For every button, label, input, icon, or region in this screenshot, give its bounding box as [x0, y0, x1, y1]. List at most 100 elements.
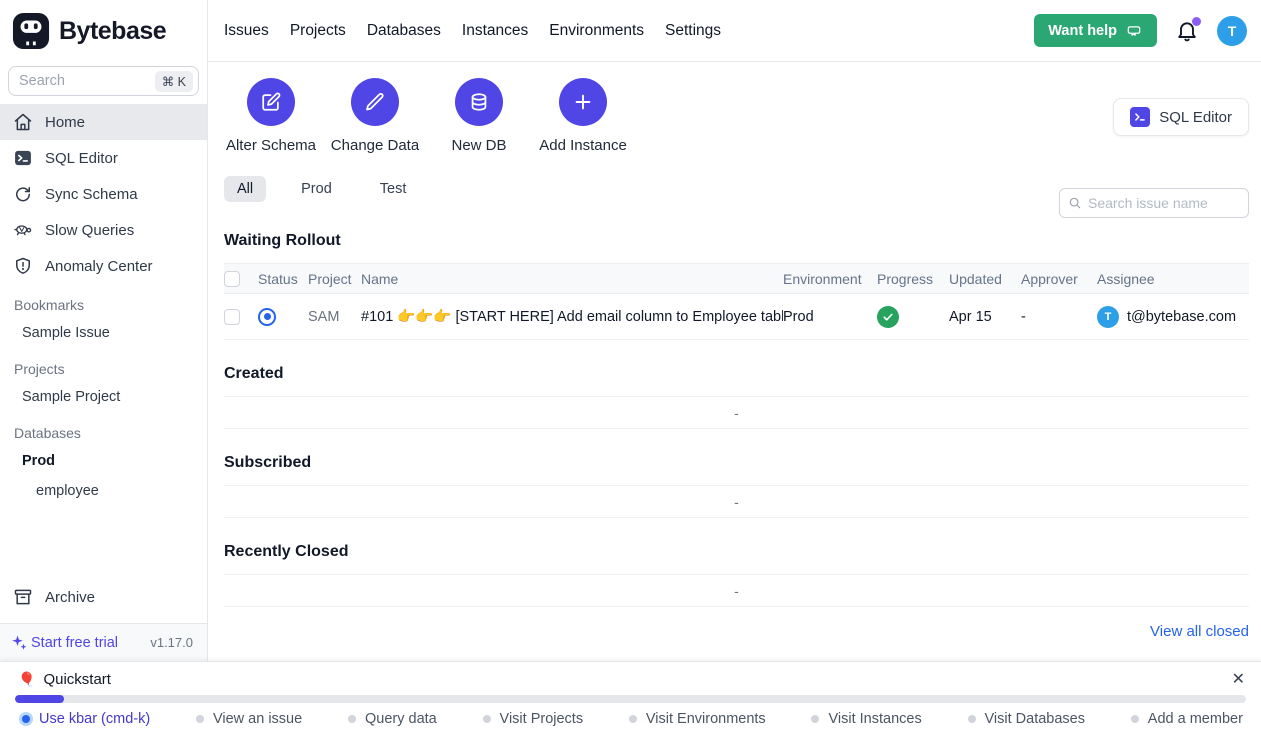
column-assignee: Assignee [1097, 271, 1249, 287]
turtle-icon [13, 220, 33, 240]
main-content: Alter Schema Change Data New DB [208, 62, 1261, 661]
search-shortcut-badge: ⌘ K [155, 71, 193, 92]
sidebar-section-projects: Projects [0, 348, 207, 382]
step-dot-icon [968, 715, 976, 723]
notification-badge [1192, 17, 1201, 26]
issue-updated: Apr 15 [949, 309, 1021, 325]
sidebar-spacer [0, 506, 207, 579]
sidebar-item-sql-editor[interactable]: SQL Editor [0, 140, 207, 176]
nav-settings[interactable]: Settings [665, 22, 721, 40]
tab-all[interactable]: All [224, 176, 266, 202]
view-all-closed-link[interactable]: View all closed [1150, 623, 1249, 640]
sidebar-footer: Start free trial v1.17.0 [0, 623, 207, 661]
step-label: Visit Databases [985, 711, 1085, 727]
close-icon[interactable]: ✕ [1232, 672, 1245, 688]
view-all-closed-wrap: View all closed [224, 623, 1249, 640]
quickstart-step-visit-environments[interactable]: Visit Environments [629, 711, 766, 727]
step-label: Visit Projects [500, 711, 584, 727]
brand-logo[interactable]: Bytebase [0, 0, 207, 62]
sidebar-search-input[interactable] [19, 73, 155, 89]
step-dot-icon [196, 715, 204, 723]
step-dot-icon [483, 715, 491, 723]
quickstart-header: 🎈 Quickstart ✕ [0, 662, 1261, 688]
sidebar-item-label: Slow Queries [45, 222, 134, 239]
nav-environments[interactable]: Environments [549, 22, 644, 40]
add-instance-button[interactable]: Add Instance [536, 78, 630, 154]
progress-done-icon [877, 306, 899, 328]
sidebar-item-sync-schema[interactable]: Sync Schema [0, 176, 207, 212]
column-progress: Progress [877, 271, 949, 287]
issue-project: SAM [308, 309, 361, 325]
issue-name-link[interactable]: #101 👉👉👉 [START HERE] Add email column t… [361, 308, 783, 325]
sidebar-item-slow-queries[interactable]: Slow Queries [0, 212, 207, 248]
change-data-button[interactable]: Change Data [328, 78, 422, 154]
quickstart-bar: 🎈 Quickstart ✕ Use kbar (cmd-k) View an … [0, 661, 1261, 733]
balloon-icon: 🎈 [18, 671, 35, 688]
main-area: Issues Projects Databases Instances Envi… [208, 0, 1261, 661]
quickstart-step-visit-instances[interactable]: Visit Instances [811, 711, 921, 727]
nav-databases[interactable]: Databases [367, 22, 441, 40]
sidebar-item-prod[interactable]: Prod [0, 446, 207, 476]
nav-projects[interactable]: Projects [290, 22, 346, 40]
quick-action-label: Alter Schema [226, 137, 316, 154]
sidebar-item-home[interactable]: Home [0, 104, 207, 140]
home-icon [13, 112, 33, 132]
sidebar-search[interactable]: ⌘ K [8, 66, 199, 96]
nav-instances[interactable]: Instances [462, 22, 528, 40]
issue-environment: Prod [783, 309, 877, 325]
want-help-button[interactable]: Want help [1034, 14, 1157, 47]
assignee-email: t@bytebase.com [1127, 309, 1236, 325]
sidebar-item-label: Archive [45, 589, 95, 606]
new-db-button[interactable]: New DB [432, 78, 526, 154]
section-title-recently-closed: Recently Closed [224, 543, 1249, 561]
notifications-bell-icon[interactable] [1175, 19, 1199, 43]
quickstart-step-visit-databases[interactable]: Visit Databases [968, 711, 1085, 727]
issue-search[interactable] [1059, 188, 1249, 218]
plus-icon [559, 78, 607, 126]
section-recently-closed: Recently Closed - [224, 543, 1249, 607]
alter-schema-button[interactable]: Alter Schema [224, 78, 318, 154]
user-avatar[interactable]: T [1217, 16, 1247, 46]
quickstart-step-visit-projects[interactable]: Visit Projects [483, 711, 584, 727]
column-updated: Updated [949, 271, 1021, 287]
issue-row[interactable]: SAM #101 👉👉👉 [START HERE] Add email colu… [224, 294, 1249, 340]
start-free-trial-link[interactable]: Start free trial [10, 634, 118, 652]
quickstart-step-view-issue[interactable]: View an issue [196, 711, 302, 727]
column-name: Name [361, 271, 783, 287]
issue-approver: - [1021, 309, 1097, 325]
step-dot-icon [1131, 715, 1139, 723]
sidebar-item-archive[interactable]: Archive [0, 579, 207, 615]
issue-table-header: Status Project Name Environment Progress… [224, 263, 1249, 294]
issue-search-input[interactable] [1088, 195, 1240, 211]
select-all-checkbox[interactable] [224, 271, 240, 287]
step-label: Visit Instances [828, 711, 921, 727]
sidebar-item-sample-issue[interactable]: Sample Issue [0, 318, 207, 348]
sidebar-item-sample-project[interactable]: Sample Project [0, 382, 207, 412]
step-dot-icon [22, 715, 30, 723]
sql-editor-label: SQL Editor [1159, 109, 1232, 126]
terminal-icon [13, 148, 33, 168]
section-created: Created - [224, 365, 1249, 429]
brand-name: Bytebase [59, 17, 166, 46]
quickstart-step-query-data[interactable]: Query data [348, 711, 437, 727]
tab-test[interactable]: Test [367, 176, 420, 202]
sync-icon [13, 184, 33, 204]
chat-bubble-icon [1125, 22, 1143, 40]
assignee-avatar: T [1097, 306, 1119, 328]
quick-action-label: Add Instance [539, 137, 627, 154]
sidebar-item-anomaly-center[interactable]: Anomaly Center [0, 248, 207, 284]
header-right-cluster: Want help T [1034, 14, 1247, 47]
terminal-icon [1130, 107, 1150, 127]
row-checkbox[interactable] [224, 309, 240, 325]
quickstart-step-add-member[interactable]: Add a member [1131, 711, 1243, 727]
quickstart-step-use-kbar[interactable]: Use kbar (cmd-k) [22, 711, 150, 727]
sidebar-item-employee[interactable]: employee [0, 476, 207, 506]
nav-issues[interactable]: Issues [224, 22, 269, 40]
empty-row: - [224, 396, 1249, 429]
version-label: v1.17.0 [150, 635, 193, 650]
column-approver: Approver [1021, 271, 1097, 287]
tab-prod[interactable]: Prod [288, 176, 345, 202]
step-label: View an issue [213, 711, 302, 727]
sql-editor-button[interactable]: SQL Editor [1113, 98, 1249, 136]
trial-label: Start free trial [31, 635, 118, 651]
